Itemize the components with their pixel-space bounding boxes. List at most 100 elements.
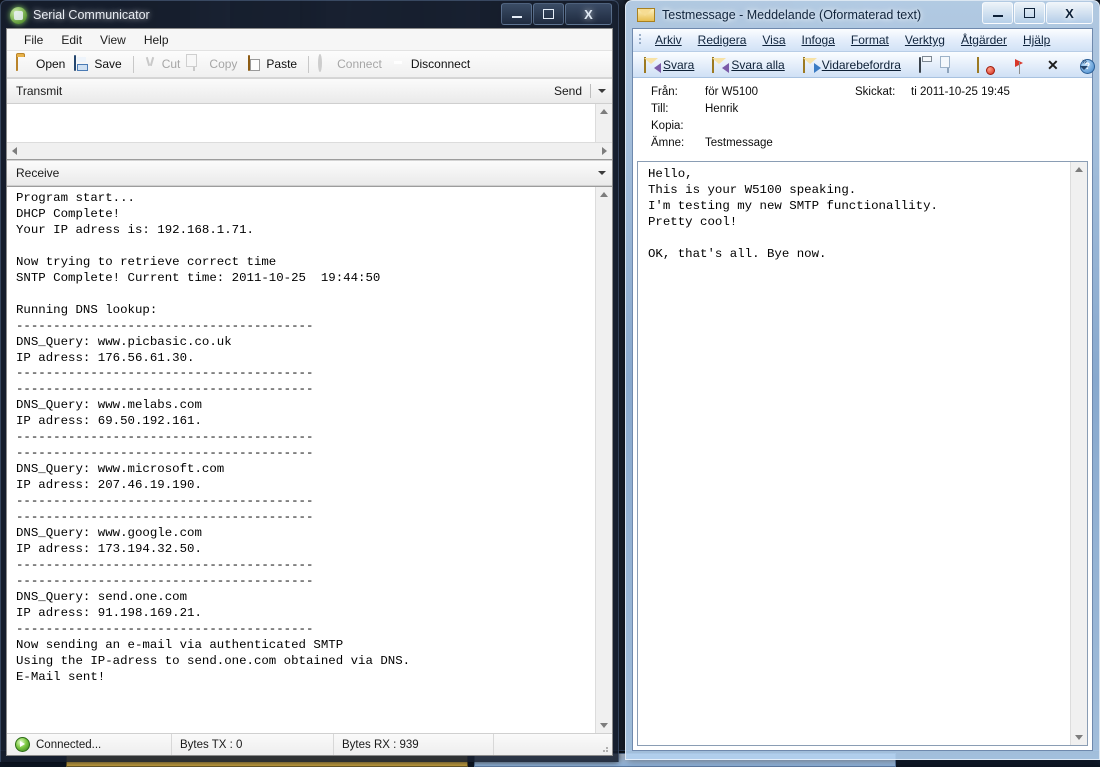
mail-title-bar[interactable]: Testmessage - Meddelande (Oformaterad te… xyxy=(632,2,1093,28)
minimize-button[interactable] xyxy=(501,3,532,25)
from-value[interactable]: för W5100 xyxy=(705,86,855,98)
receive-header: Receive xyxy=(7,160,612,186)
maximize-button[interactable] xyxy=(533,3,564,25)
mail-body-panel[interactable]: Hello, This is your W5100 speaking. I'm … xyxy=(637,161,1088,746)
sent-value: ti 2011-10-25 19:45 xyxy=(911,86,1010,98)
status-connection: Connected... xyxy=(7,734,172,755)
connect-button[interactable]: Connect xyxy=(314,54,388,74)
delete-button[interactable]: ✕ xyxy=(1041,56,1065,74)
to-value[interactable]: Henrik xyxy=(705,103,855,115)
menu-item-redigera[interactable]: Redigera xyxy=(690,31,755,49)
flag-icon xyxy=(1011,58,1027,72)
cut-button[interactable]: Cut xyxy=(139,54,187,74)
header-row-cc: Kopia: xyxy=(633,120,1092,137)
mail-toolbar[interactable]: Svara Svara alla Vidarebefordra xyxy=(633,52,1092,78)
chevron-down-icon xyxy=(1080,66,1088,70)
forward-button[interactable]: Vidarebefordra xyxy=(799,56,905,74)
serial-toolbar[interactable]: Open Save Cut Copy Paste Connec xyxy=(7,51,612,78)
mail-menu-bar[interactable]: Arkiv Redigera Visa Infoga Format Verkty… xyxy=(633,29,1092,52)
scroll-down-icon[interactable] xyxy=(600,723,608,728)
reply-all-label: Svara alla xyxy=(731,58,784,72)
transmit-textarea[interactable] xyxy=(7,104,612,160)
menu-item-edit[interactable]: Edit xyxy=(52,31,91,49)
menu-item-infoga[interactable]: Infoga xyxy=(794,31,843,49)
open-button-label: Open xyxy=(36,57,65,71)
reply-label: Svara xyxy=(663,58,694,72)
menu-item-help[interactable]: Help xyxy=(135,31,178,49)
menu-item-hjalp[interactable]: Hjälp xyxy=(1015,31,1058,49)
send-button[interactable]: Send xyxy=(554,84,590,98)
print-button[interactable] xyxy=(915,56,939,74)
delete-icon: ✕ xyxy=(1045,58,1061,72)
paste-button-label: Paste xyxy=(266,57,297,71)
transmit-header: Transmit Send xyxy=(7,78,612,104)
receive-text: Program start... DHCP Complete! Your IP … xyxy=(7,187,612,686)
reply-all-button[interactable]: Svara alla xyxy=(708,56,788,74)
disconnect-button[interactable]: Disconnect xyxy=(388,54,476,74)
serial-window-title: Serial Communicator xyxy=(33,8,150,22)
open-button[interactable]: Open xyxy=(13,54,71,74)
serial-communicator-window[interactable]: Serial Communicator X File Edit View Hel… xyxy=(0,0,619,762)
mail-body-text: Hello, This is your W5100 speaking. I'm … xyxy=(638,162,1087,262)
copy-icon xyxy=(193,55,195,71)
toolbar-overflow-button[interactable]: » xyxy=(1078,54,1090,74)
receive-vertical-scrollbar[interactable] xyxy=(595,187,612,733)
reply-button[interactable]: Svara xyxy=(640,56,698,74)
mail-body-vertical-scrollbar[interactable] xyxy=(1070,162,1087,745)
toolbar-separator xyxy=(133,56,134,73)
send-separator xyxy=(590,84,591,98)
menu-drag-handle[interactable] xyxy=(637,32,644,48)
minimize-button[interactable] xyxy=(982,2,1013,24)
close-button[interactable]: X xyxy=(565,3,612,25)
menu-item-view[interactable]: View xyxy=(91,31,135,49)
forward-icon xyxy=(803,58,819,72)
cc-label: Kopia: xyxy=(633,120,705,132)
disconnect-button-label: Disconnect xyxy=(411,57,470,71)
scroll-up-icon[interactable] xyxy=(600,109,608,114)
menu-item-arkiv[interactable]: Arkiv xyxy=(647,31,690,49)
receive-label: Receive xyxy=(16,166,59,180)
block-sender-button[interactable] xyxy=(973,56,997,74)
scroll-left-icon[interactable] xyxy=(12,147,17,155)
reply-icon xyxy=(644,58,660,72)
block-sender-icon xyxy=(977,58,993,72)
serial-title-bar[interactable]: Serial Communicator X xyxy=(6,2,613,28)
copy-icon xyxy=(943,58,959,72)
envelope-icon xyxy=(637,8,655,22)
receive-options-chevron-down-icon[interactable] xyxy=(598,171,606,175)
transmit-horizontal-scrollbar[interactable] xyxy=(7,142,612,159)
flag-button[interactable] xyxy=(1007,56,1031,74)
save-button[interactable]: Save xyxy=(71,54,127,74)
scroll-right-icon[interactable] xyxy=(602,147,607,155)
menu-item-verktyg[interactable]: Verktyg xyxy=(897,31,953,49)
mail-window-controls[interactable]: X xyxy=(981,2,1093,24)
floppy-disk-icon xyxy=(74,55,76,71)
close-button[interactable]: X xyxy=(1046,2,1093,24)
menu-item-format[interactable]: Format xyxy=(843,31,897,49)
to-label: Till: xyxy=(633,103,705,115)
scroll-up-icon[interactable] xyxy=(600,192,608,197)
paste-button[interactable]: Paste xyxy=(243,54,303,74)
subject-label: Ämne: xyxy=(633,137,705,149)
resize-grip-icon[interactable] xyxy=(599,743,609,753)
serial-status-bar: Connected... Bytes TX : 0 Bytes RX : 939 xyxy=(7,733,612,755)
menu-item-atgarder[interactable]: Åtgärder xyxy=(953,31,1015,49)
forward-label: Vidarebefordra xyxy=(822,58,901,72)
subject-value: Testmessage xyxy=(705,137,855,149)
copy-button[interactable] xyxy=(939,56,963,74)
serial-menu-bar[interactable]: File Edit View Help xyxy=(7,29,612,51)
header-row-from: Från: för W5100 Skickat: ti 2011-10-25 1… xyxy=(633,86,1092,103)
send-options-chevron-down-icon[interactable] xyxy=(598,89,606,93)
menu-item-file[interactable]: File xyxy=(15,31,52,49)
maximize-button[interactable] xyxy=(1014,2,1045,24)
serial-app-icon xyxy=(10,7,27,24)
scroll-down-icon[interactable] xyxy=(1075,735,1083,740)
serial-window-controls[interactable]: X xyxy=(500,3,612,25)
copy-button[interactable]: Copy xyxy=(186,54,243,74)
mail-message-window[interactable]: Testmessage - Meddelande (Oformaterad te… xyxy=(625,0,1100,760)
receive-textarea[interactable]: Program start... DHCP Complete! Your IP … xyxy=(7,187,612,733)
mail-window-title: Testmessage - Meddelande (Oformaterad te… xyxy=(662,8,921,22)
mail-window-body: Arkiv Redigera Visa Infoga Format Verkty… xyxy=(632,28,1093,751)
menu-item-visa[interactable]: Visa xyxy=(754,31,793,49)
scroll-up-icon[interactable] xyxy=(1075,167,1083,172)
